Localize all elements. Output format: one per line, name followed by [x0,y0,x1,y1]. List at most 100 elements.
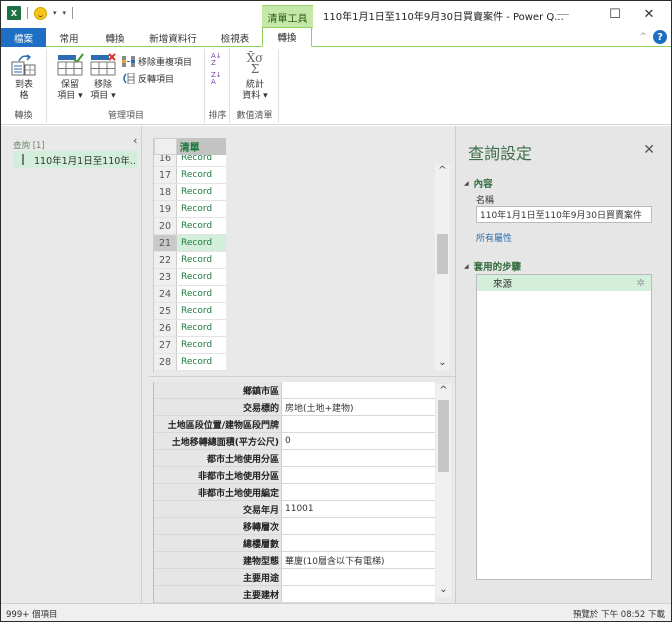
field-value[interactable] [282,586,435,602]
query-item[interactable]: 110年1月1日至110年... [13,151,137,168]
record-link[interactable]: Record [177,337,226,353]
row-number[interactable]: 17 [154,167,177,183]
row-number[interactable]: 21 [154,235,177,251]
table-row[interactable]: 27 Record [154,337,226,354]
row-number[interactable]: 23 [154,269,177,285]
field-value[interactable]: 華廈(10層含以下有電梯) [282,552,435,568]
applied-steps-section-header[interactable]: ◢ 套用的步驟 [464,259,521,273]
table-row[interactable]: 21 Record [154,235,226,252]
remove-duplicates-button[interactable]: 移除重複項目 [122,55,192,68]
record-link[interactable]: Record [177,235,226,251]
help-icon[interactable]: ? [653,30,667,44]
row-number[interactable]: 27 [154,337,177,353]
table-row[interactable]: 28 Record [154,354,226,371]
properties-section-header[interactable]: ◢ 內容 [464,176,493,190]
detail-row: 鄉鎮市區 [154,382,435,399]
record-link[interactable]: Record [177,286,226,302]
statistics-button[interactable]: X̄σ Σ 統計 資料 ▾ [237,52,273,102]
table-row[interactable]: 26 Record [154,320,226,337]
field-value[interactable] [282,569,435,585]
record-link[interactable]: Record [177,201,226,217]
field-value[interactable] [282,484,435,500]
record-link[interactable]: Record [177,303,226,319]
ribbon: 到表格 轉換 保留 項目 ▾ 移除 項目 ▾ 移除重複項目 反轉項目 管理項目 … [1,47,671,125]
row-number[interactable]: 18 [154,184,177,200]
row-number[interactable]: 26 [154,320,177,336]
keep-items-button[interactable]: 保留 項目 ▾ [52,53,88,102]
table-row[interactable]: 24 Record [154,286,226,303]
record-link[interactable]: Record [177,184,226,200]
field-value[interactable]: 0 [282,433,435,449]
sort-descending-button[interactable]: Z↓ A [211,72,222,86]
table-row[interactable]: 25 Record [154,303,226,320]
tab-file[interactable]: 檔案 [1,28,46,47]
table-row[interactable]: 22 Record [154,252,226,269]
customize-toolbar-icon[interactable]: ▾ [63,9,67,17]
table-row[interactable]: 19 Record [154,201,226,218]
record-link[interactable]: Record [177,354,226,370]
row-number[interactable]: 16 [154,155,177,166]
collapse-ribbon-icon[interactable]: ^ [639,32,647,42]
scroll-up-icon[interactable]: ^ [436,384,451,398]
tab-transform[interactable]: 轉換 [92,28,138,47]
table-row[interactable]: 23 Record [154,269,226,286]
to-table-button[interactable]: 到表格 [7,53,41,102]
table-row[interactable]: 18 Record [154,184,226,201]
applied-step[interactable]: 來源 ✲ [477,275,651,291]
field-value[interactable]: 11001 [282,501,435,517]
row-number[interactable]: 19 [154,201,177,217]
scroll-thumb[interactable] [437,234,448,274]
table-row[interactable]: 16 Record [154,155,226,167]
sort-ascending-button[interactable]: A↓ Z [211,53,222,67]
scroll-down-icon[interactable]: ⌄ [436,583,451,597]
all-properties-link[interactable]: 所有屬性 [476,231,512,244]
minimize-button[interactable]: — [545,4,581,24]
row-number[interactable]: 28 [154,354,177,370]
scroll-down-icon[interactable]: ⌄ [435,356,450,370]
detail-scrollbar[interactable]: ^ ⌄ [436,384,451,597]
to-table-icon [10,53,38,77]
close-icon[interactable]: ✕ [643,142,655,158]
row-number[interactable]: 24 [154,286,177,302]
field-value[interactable] [282,416,435,432]
scroll-up-icon[interactable]: ^ [435,164,450,178]
record-link[interactable]: Record [177,155,226,166]
feedback-smiley-icon[interactable] [34,6,47,20]
field-name: 土地區段位置/建物區段門牌 [154,416,282,432]
record-link[interactable]: Record [177,252,226,268]
remove-items-button[interactable]: 移除 項目 ▾ [85,53,121,102]
field-value[interactable] [282,535,435,551]
record-link[interactable]: Record [177,320,226,336]
table-row[interactable]: 20 Record [154,218,226,235]
tab-home[interactable]: 常用 [46,28,92,47]
close-button[interactable]: ✕ [631,4,667,24]
field-name: 交易年月 [154,501,282,517]
field-value[interactable]: 房地(土地+建物) [282,399,435,415]
record-link[interactable]: Record [177,167,226,183]
name-label: 名稱 [476,196,495,206]
row-number[interactable]: 25 [154,303,177,319]
row-number[interactable]: 22 [154,252,177,268]
row-number[interactable]: 20 [154,218,177,234]
caret-down-icon[interactable]: ▾ [53,9,57,17]
field-value[interactable] [282,450,435,466]
grid-scrollbar[interactable]: ^ ⌄ [435,164,450,370]
column-header-list[interactable]: 清單 [176,138,226,155]
collapse-pane-icon[interactable]: ‹ [133,134,137,147]
tab-view[interactable]: 檢視表 [208,28,262,47]
record-link[interactable]: Record [177,269,226,285]
reverse-items-button[interactable]: 反轉項目 [122,72,174,85]
field-value[interactable] [282,467,435,483]
query-name-input[interactable]: 110年1月1日至110年9月30日買賣案件 [476,206,652,223]
tab-add-column[interactable]: 新增資料行 [138,28,208,47]
table-row[interactable]: 17 Record [154,167,226,184]
select-all-corner[interactable] [154,138,177,155]
record-link[interactable]: Record [177,218,226,234]
maximize-button[interactable]: ☐ [597,4,633,24]
applied-steps-list: 來源 ✲ [476,274,652,580]
field-value[interactable] [282,518,435,534]
scroll-thumb[interactable] [438,400,449,472]
field-value[interactable] [282,382,435,398]
tab-list-transform[interactable]: 轉換 [262,27,312,47]
gear-icon[interactable]: ✲ [637,278,645,289]
